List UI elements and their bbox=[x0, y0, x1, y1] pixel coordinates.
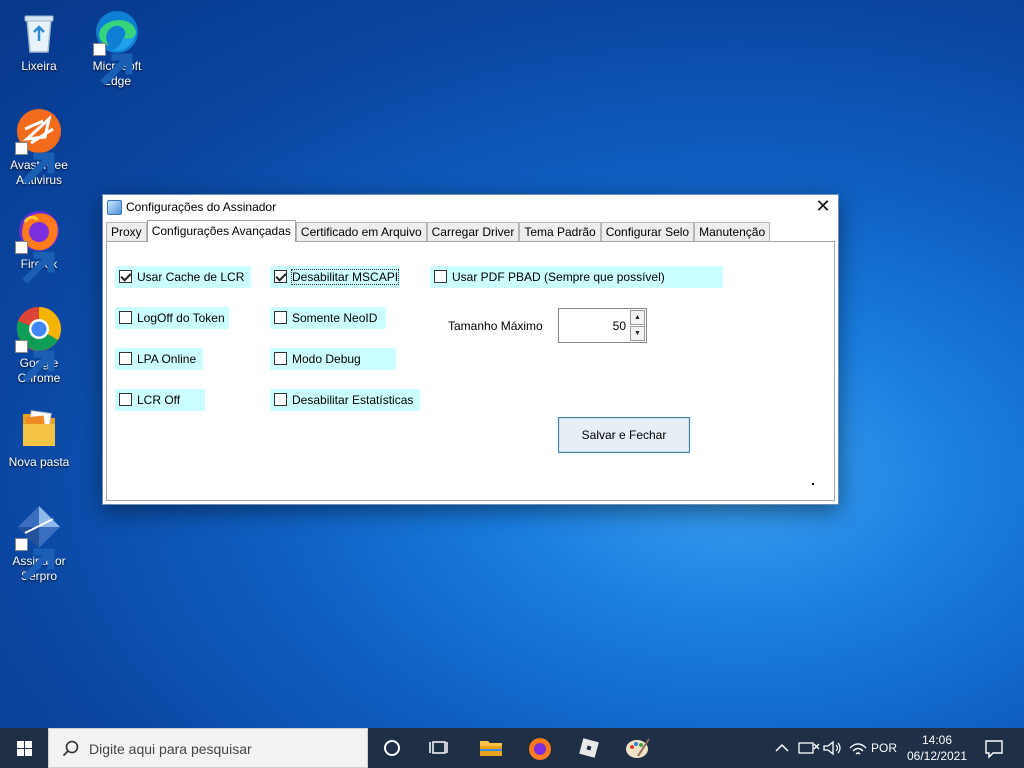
avast-icon bbox=[15, 107, 63, 185]
tab-carregar-driver[interactable]: Carregar Driver bbox=[426, 222, 520, 242]
shortcut-arrow-icon bbox=[15, 241, 55, 284]
tab-tema-padrao[interactable]: Tema Padrão bbox=[519, 222, 601, 242]
desktop-icon-nova-pasta[interactable]: Nova pasta bbox=[1, 404, 77, 470]
spinner-value[interactable]: 50 bbox=[613, 319, 626, 333]
microsoft-edge-icon bbox=[93, 8, 141, 86]
desktop-icon-assinador-serpro[interactable]: Assinador Serpro bbox=[1, 503, 77, 584]
windows-logo-icon bbox=[17, 741, 32, 756]
folder-icon bbox=[15, 404, 63, 452]
paint-icon[interactable] bbox=[624, 734, 652, 762]
desktop-icon-edge[interactable]: Microsoft Edge bbox=[79, 8, 155, 89]
checkbox-lcr-off[interactable]: LCR Off bbox=[115, 389, 205, 411]
clock[interactable]: 14:06 06/12/2021 bbox=[898, 732, 976, 764]
clock-time: 14:06 bbox=[921, 733, 953, 747]
search-icon bbox=[62, 740, 79, 757]
chevron-up-icon[interactable] bbox=[768, 734, 792, 762]
google-chrome-icon bbox=[15, 305, 63, 383]
title-bar[interactable]: Configurações do Assinador ✕ bbox=[103, 195, 838, 221]
checkbox-label: Usar Cache de LCR bbox=[137, 270, 245, 284]
tamanho-maximo-label: Tamanho Máximo bbox=[448, 319, 543, 333]
save-and-close-button[interactable]: Salvar e Fechar bbox=[558, 417, 690, 453]
spinner-down-icon[interactable]: ▼ bbox=[630, 326, 645, 341]
desktop-icon-label: Lixeira bbox=[21, 59, 57, 73]
task-view-icon[interactable] bbox=[426, 734, 454, 762]
close-button[interactable]: ✕ bbox=[808, 195, 838, 219]
app-icon bbox=[107, 200, 122, 215]
tab-strip: Proxy Configurações Avançadas Certificad… bbox=[106, 220, 771, 242]
network-disconnected-icon[interactable] bbox=[794, 734, 820, 762]
checkbox-usar-cache-lcr[interactable]: Usar Cache de LCR bbox=[115, 266, 251, 288]
checkbox-checked-icon[interactable] bbox=[119, 270, 132, 284]
dialog-title: Configurações do Assinador bbox=[126, 200, 277, 214]
desktop-icon-firefox[interactable]: Firefox bbox=[1, 206, 77, 284]
checkbox-desabilitar-mscapi[interactable]: Desabilitar MSCAPI bbox=[270, 266, 400, 288]
taskbar: Digite aqui para pesquisar POR 14:06 06/… bbox=[0, 728, 1024, 768]
checkbox-icon[interactable] bbox=[119, 311, 132, 325]
checkbox-label: LPA Online bbox=[137, 352, 197, 366]
checkbox-icon[interactable] bbox=[274, 393, 287, 407]
checkbox-label: Usar PDF PBAD (Sempre que possível) bbox=[452, 270, 665, 284]
checkbox-label: Desabilitar MSCAPI bbox=[290, 269, 400, 285]
checkbox-label: Somente NeoID bbox=[292, 311, 378, 325]
search-placeholder: Digite aqui para pesquisar bbox=[89, 741, 252, 757]
tab-proxy[interactable]: Proxy bbox=[106, 222, 147, 242]
checkbox-icon[interactable] bbox=[119, 352, 132, 366]
shortcut-arrow-icon bbox=[15, 340, 55, 383]
desktop-icon-avast[interactable]: Avast Free Antivirus bbox=[1, 107, 77, 188]
file-explorer-icon[interactable] bbox=[477, 734, 505, 762]
tab-certificado-em-arquivo[interactable]: Certificado em Arquivo bbox=[295, 222, 427, 242]
wifi-icon[interactable] bbox=[844, 734, 868, 762]
desktop-icon-chrome[interactable]: Google Chrome bbox=[1, 305, 77, 386]
volume-icon[interactable] bbox=[818, 734, 842, 762]
shortcut-arrow-icon bbox=[93, 43, 133, 86]
checkbox-modo-debug[interactable]: Modo Debug bbox=[270, 348, 396, 370]
checkbox-lpa-online[interactable]: LPA Online bbox=[115, 348, 203, 370]
checkbox-label: LCR Off bbox=[137, 393, 181, 407]
checkbox-label: Desabilitar Estatísticas bbox=[292, 393, 414, 407]
cortana-icon[interactable] bbox=[378, 734, 406, 762]
tab-configuracoes-avancadas[interactable]: Configurações Avançadas bbox=[146, 220, 296, 242]
checkbox-desabilitar-estatisticas[interactable]: Desabilitar Estatísticas bbox=[270, 389, 420, 411]
checkbox-icon[interactable] bbox=[274, 311, 287, 325]
desktop-icon-label: Nova pasta bbox=[8, 455, 70, 469]
checkbox-label: LogOff do Token bbox=[137, 311, 225, 325]
spinner-arrows: ▲ ▼ bbox=[630, 310, 645, 341]
checkbox-checked-icon[interactable] bbox=[274, 270, 287, 284]
roblox-icon[interactable] bbox=[575, 734, 603, 762]
start-button[interactable] bbox=[0, 728, 48, 768]
assinador-serpro-icon bbox=[15, 503, 63, 581]
recycle-bin-icon bbox=[15, 8, 63, 56]
settings-dialog: Configurações do Assinador ✕ Proxy Confi… bbox=[102, 194, 839, 505]
checkbox-usar-pdf-pbad[interactable]: Usar PDF PBAD (Sempre que possível) bbox=[430, 266, 723, 288]
checkbox-label: Modo Debug bbox=[292, 352, 361, 366]
shortcut-arrow-icon bbox=[15, 538, 55, 581]
tab-configurar-selo[interactable]: Configurar Selo bbox=[600, 222, 695, 242]
search-box[interactable]: Digite aqui para pesquisar bbox=[48, 728, 368, 768]
firefox-icon[interactable] bbox=[526, 734, 554, 762]
checkbox-somente-neoid[interactable]: Somente NeoID bbox=[270, 307, 386, 329]
firefox-icon bbox=[15, 206, 63, 284]
language-indicator[interactable]: POR bbox=[871, 741, 897, 755]
spinner-up-icon[interactable]: ▲ bbox=[630, 310, 645, 325]
tamanho-maximo-spinner[interactable]: 50 ▲ ▼ bbox=[558, 308, 647, 343]
checkbox-icon[interactable] bbox=[119, 393, 132, 407]
checkbox-logoff-token[interactable]: LogOff do Token bbox=[115, 307, 229, 329]
tab-manutencao[interactable]: Manutenção bbox=[694, 222, 771, 242]
dot-marker bbox=[812, 483, 814, 485]
clock-date: 06/12/2021 bbox=[906, 749, 968, 763]
shortcut-arrow-icon bbox=[15, 142, 55, 185]
checkbox-icon[interactable] bbox=[274, 352, 287, 366]
checkbox-icon[interactable] bbox=[434, 270, 447, 284]
tab-panel: Usar Cache de LCR LogOff do Token LPA On… bbox=[106, 241, 835, 501]
notifications-icon[interactable] bbox=[980, 734, 1008, 762]
desktop-icon-lixeira[interactable]: Lixeira bbox=[1, 8, 77, 74]
